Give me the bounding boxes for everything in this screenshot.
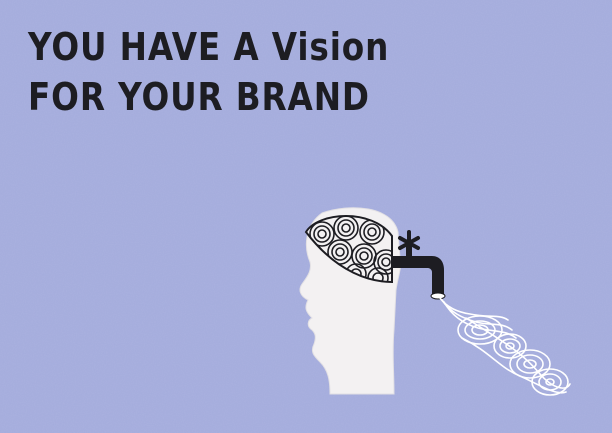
water-tap-icon (392, 230, 446, 300)
head-tap-illustration (299, 207, 571, 396)
poster-canvas: YOU HAVE A Vision FOR YOUR BRAND (0, 0, 612, 433)
swirl-stream-icon (439, 297, 571, 396)
